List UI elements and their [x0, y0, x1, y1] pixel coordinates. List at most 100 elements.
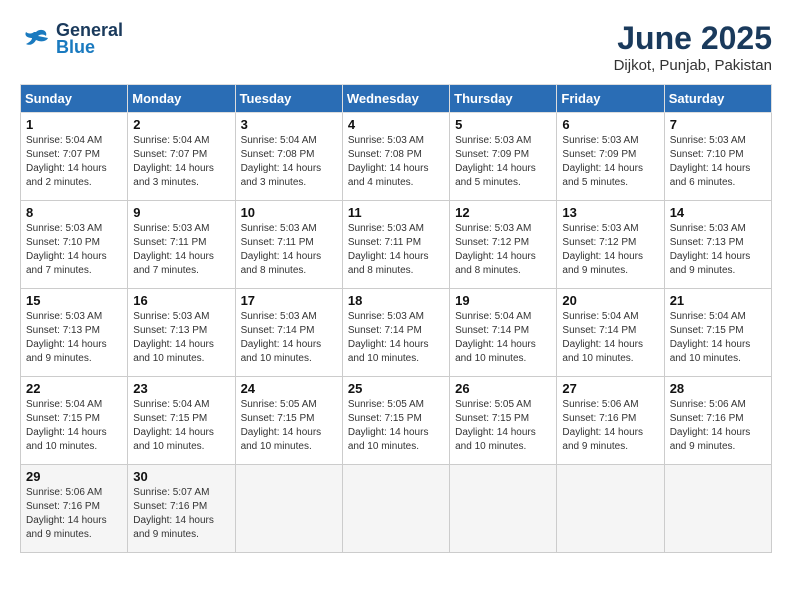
calendar-cell: 25 Sunrise: 5:05 AMSunset: 7:15 PMDayligh… — [342, 377, 449, 465]
day-info: Sunrise: 5:05 AMSunset: 7:15 PMDaylight:… — [241, 398, 337, 454]
calendar-cell: 1 Sunrise: 5:04 AMSunset: 7:07 PMDaylight… — [21, 113, 128, 201]
calendar-subtitle: Dijkot, Punjab, Pakistan — [614, 57, 772, 74]
weekday-header-friday: Friday — [557, 85, 664, 113]
day-number: 4 — [348, 117, 444, 132]
day-number: 2 — [133, 117, 229, 132]
calendar-cell — [664, 465, 771, 553]
day-number: 16 — [133, 293, 229, 308]
calendar-cell: 17Sunrise: 5:03 AMSunset: 7:14 PMDayligh… — [235, 289, 342, 377]
day-info: Sunrise: 5:05 AMSunset: 7:15 PMDaylight:… — [348, 398, 444, 454]
calendar-cell: 26Sunrise: 5:05 AMSunset: 7:15 PMDayligh… — [450, 377, 557, 465]
calendar-cell: 29Sunrise: 5:06 AMSunset: 7:16 PMDayligh… — [21, 465, 128, 553]
day-number: 19 — [455, 293, 551, 308]
calendar-cell: 10 Sunrise: 5:03 AMSunset: 7:11 PMDayligh… — [235, 201, 342, 289]
calendar-cell: 9Sunrise: 5:03 AMSunset: 7:11 PMDaylight… — [128, 201, 235, 289]
day-number: 12 — [455, 205, 551, 220]
calendar-cell: 11 Sunrise: 5:03 AMSunset: 7:11 PMDayligh… — [342, 201, 449, 289]
day-number: 20 — [562, 293, 658, 308]
calendar-header: SundayMondayTuesdayWednesdayThursdayFrid… — [21, 85, 772, 113]
day-number: 18 — [348, 293, 444, 308]
day-info: Sunrise: 5:03 AMSunset: 7:11 PMDaylight:… — [241, 222, 337, 278]
calendar-week-3: 15 Sunrise: 5:03 AMSunset: 7:13 PMDayligh… — [21, 289, 772, 377]
day-info: Sunrise: 5:07 AMSunset: 7:16 PMDaylight:… — [133, 486, 229, 542]
calendar-cell: 27Sunrise: 5:06 AMSunset: 7:16 PMDayligh… — [557, 377, 664, 465]
day-number: 7 — [670, 117, 766, 132]
day-number: 5 — [455, 117, 551, 132]
day-info: Sunrise: 5:03 AMSunset: 7:12 PMDaylight:… — [562, 222, 658, 278]
calendar-cell: 6 Sunrise: 5:03 AMSunset: 7:09 PMDaylight… — [557, 113, 664, 201]
day-info: Sunrise: 5:04 AMSunset: 7:14 PMDaylight:… — [455, 310, 551, 366]
day-info: Sunrise: 5:03 AMSunset: 7:11 PMDaylight:… — [348, 222, 444, 278]
calendar-cell: 30 Sunrise: 5:07 AMSunset: 7:16 PMDayligh… — [128, 465, 235, 553]
calendar-cell: 2 Sunrise: 5:04 AMSunset: 7:07 PMDaylight… — [128, 113, 235, 201]
calendar-cell: 15 Sunrise: 5:03 AMSunset: 7:13 PMDayligh… — [21, 289, 128, 377]
day-number: 28 — [670, 381, 766, 396]
day-info: Sunrise: 5:04 AMSunset: 7:07 PMDaylight:… — [133, 134, 229, 190]
calendar-cell: 23 Sunrise: 5:04 AMSunset: 7:15 PMDayligh… — [128, 377, 235, 465]
day-info: Sunrise: 5:03 AMSunset: 7:14 PMDaylight:… — [241, 310, 337, 366]
calendar-title: June 2025 — [614, 20, 772, 57]
day-number: 25 — [348, 381, 444, 396]
calendar-cell: 20 Sunrise: 5:04 AMSunset: 7:14 PMDayligh… — [557, 289, 664, 377]
logo-text: General Blue — [56, 20, 123, 58]
day-number: 11 — [348, 205, 444, 220]
calendar-cell: 21 Sunrise: 5:04 AMSunset: 7:15 PMDayligh… — [664, 289, 771, 377]
weekday-header-wednesday: Wednesday — [342, 85, 449, 113]
day-info: Sunrise: 5:05 AMSunset: 7:15 PMDaylight:… — [455, 398, 551, 454]
day-number: 22 — [26, 381, 122, 396]
day-number: 21 — [670, 293, 766, 308]
calendar-cell: 24 Sunrise: 5:05 AMSunset: 7:15 PMDayligh… — [235, 377, 342, 465]
day-number: 6 — [562, 117, 658, 132]
day-number: 14 — [670, 205, 766, 220]
calendar-table: SundayMondayTuesdayWednesdayThursdayFrid… — [20, 84, 772, 553]
calendar-cell: 22 Sunrise: 5:04 AMSunset: 7:15 PMDayligh… — [21, 377, 128, 465]
calendar-cell — [342, 465, 449, 553]
day-info: Sunrise: 5:04 AMSunset: 7:07 PMDaylight:… — [26, 134, 122, 190]
calendar-week-4: 22 Sunrise: 5:04 AMSunset: 7:15 PMDayligh… — [21, 377, 772, 465]
weekday-header-tuesday: Tuesday — [235, 85, 342, 113]
day-number: 15 — [26, 293, 122, 308]
calendar-cell: 18Sunrise: 5:03 AMSunset: 7:14 PMDayligh… — [342, 289, 449, 377]
day-info: Sunrise: 5:03 AMSunset: 7:08 PMDaylight:… — [348, 134, 444, 190]
day-number: 30 — [133, 469, 229, 484]
calendar-cell: 4 Sunrise: 5:03 AMSunset: 7:08 PMDaylight… — [342, 113, 449, 201]
logo: General Blue — [20, 20, 123, 58]
day-info: Sunrise: 5:04 AMSunset: 7:15 PMDaylight:… — [26, 398, 122, 454]
day-number: 23 — [133, 381, 229, 396]
day-info: Sunrise: 5:03 AMSunset: 7:13 PMDaylight:… — [133, 310, 229, 366]
weekday-header-row: SundayMondayTuesdayWednesdayThursdayFrid… — [21, 85, 772, 113]
day-info: Sunrise: 5:04 AMSunset: 7:15 PMDaylight:… — [133, 398, 229, 454]
day-info: Sunrise: 5:03 AMSunset: 7:13 PMDaylight:… — [26, 310, 122, 366]
day-info: Sunrise: 5:03 AMSunset: 7:12 PMDaylight:… — [455, 222, 551, 278]
weekday-header-saturday: Saturday — [664, 85, 771, 113]
calendar-cell: 5Sunrise: 5:03 AMSunset: 7:09 PMDaylight… — [450, 113, 557, 201]
calendar-cell — [450, 465, 557, 553]
calendar-cell: 7 Sunrise: 5:03 AMSunset: 7:10 PMDaylight… — [664, 113, 771, 201]
logo-blue: Blue — [56, 37, 123, 58]
calendar-body: 1 Sunrise: 5:04 AMSunset: 7:07 PMDaylight… — [21, 113, 772, 553]
day-number: 27 — [562, 381, 658, 396]
day-number: 24 — [241, 381, 337, 396]
calendar-cell: 13Sunrise: 5:03 AMSunset: 7:12 PMDayligh… — [557, 201, 664, 289]
title-block: June 2025 Dijkot, Punjab, Pakistan — [614, 20, 772, 74]
calendar-cell: 12 Sunrise: 5:03 AMSunset: 7:12 PMDayligh… — [450, 201, 557, 289]
calendar-cell: 28 Sunrise: 5:06 AMSunset: 7:16 PMDayligh… — [664, 377, 771, 465]
weekday-header-sunday: Sunday — [21, 85, 128, 113]
calendar-week-2: 8Sunrise: 5:03 AMSunset: 7:10 PMDaylight… — [21, 201, 772, 289]
calendar-cell — [235, 465, 342, 553]
day-info: Sunrise: 5:06 AMSunset: 7:16 PMDaylight:… — [26, 486, 122, 542]
day-info: Sunrise: 5:06 AMSunset: 7:16 PMDaylight:… — [670, 398, 766, 454]
day-info: Sunrise: 5:03 AMSunset: 7:09 PMDaylight:… — [562, 134, 658, 190]
weekday-header-monday: Monday — [128, 85, 235, 113]
day-info: Sunrise: 5:04 AMSunset: 7:15 PMDaylight:… — [670, 310, 766, 366]
day-info: Sunrise: 5:03 AMSunset: 7:10 PMDaylight:… — [26, 222, 122, 278]
calendar-cell: 14 Sunrise: 5:03 AMSunset: 7:13 PMDayligh… — [664, 201, 771, 289]
calendar-week-5: 29Sunrise: 5:06 AMSunset: 7:16 PMDayligh… — [21, 465, 772, 553]
day-info: Sunrise: 5:03 AMSunset: 7:10 PMDaylight:… — [670, 134, 766, 190]
day-number: 10 — [241, 205, 337, 220]
day-info: Sunrise: 5:03 AMSunset: 7:13 PMDaylight:… — [670, 222, 766, 278]
day-info: Sunrise: 5:04 AMSunset: 7:14 PMDaylight:… — [562, 310, 658, 366]
calendar-cell — [557, 465, 664, 553]
day-number: 1 — [26, 117, 122, 132]
page-header: General Blue June 2025 Dijkot, Punjab, P… — [20, 20, 772, 74]
